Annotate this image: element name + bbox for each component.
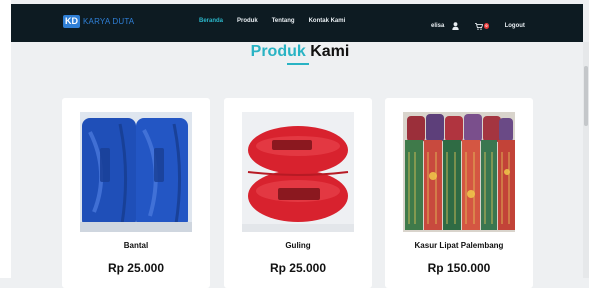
folding-mattress-product-image[interactable] — [403, 112, 515, 232]
brand-logo[interactable]: KD KARYA DUTA — [63, 15, 134, 28]
product-price: Rp 25.000 — [107, 261, 165, 275]
product-card-kasur-lipat-palembang[interactable]: Kasur Lipat Palembang Rp 150.000 — [385, 98, 533, 288]
logout-link[interactable]: Logout — [505, 23, 525, 29]
pillow-product-image[interactable] — [80, 112, 192, 232]
product-price: Rp 150.000 — [427, 261, 491, 275]
username[interactable]: elisa — [431, 23, 444, 29]
nav-link-beranda[interactable]: Beranda — [199, 18, 223, 24]
nav-link-tentang[interactable]: Tentang — [272, 18, 295, 24]
scrollbar-thumb[interactable] — [584, 66, 588, 126]
section-title-accent: Produk — [250, 43, 306, 60]
cart-icon — [475, 17, 484, 35]
nav-link-kontak-kami[interactable]: Kontak Kami — [309, 18, 346, 24]
navbar: KD KARYA DUTA Beranda Produk Tentang Kon… — [11, 4, 583, 42]
nav-right: elisa 0 Logout — [431, 17, 525, 35]
section-title: Produk Kami — [0, 43, 589, 61]
product-name[interactable]: Kasur Lipat Palembang — [385, 241, 533, 250]
nav-links: Beranda Produk Tentang Kontak Kami — [199, 18, 359, 24]
product-price: Rp 25.000 — [269, 261, 327, 275]
product-card-guling[interactable]: Guling Rp 25.000 — [224, 98, 372, 288]
product-name[interactable]: Guling — [224, 241, 372, 250]
nav-link-produk[interactable]: Produk — [237, 18, 258, 24]
section-title-main: Kami — [310, 43, 350, 60]
brand-badge: KD — [63, 15, 80, 28]
window-edge — [0, 0, 11, 278]
user-icon[interactable] — [452, 17, 460, 35]
cart-button[interactable]: 0 — [475, 17, 489, 35]
brand-name: KARYA DUTA — [83, 17, 135, 26]
bolster-product-image[interactable] — [242, 112, 354, 232]
title-underline — [287, 63, 309, 65]
product-name[interactable]: Bantal — [62, 241, 210, 250]
product-card-bantal[interactable]: Bantal Rp 25.000 — [62, 98, 210, 288]
cart-count-badge: 0 — [484, 23, 489, 29]
